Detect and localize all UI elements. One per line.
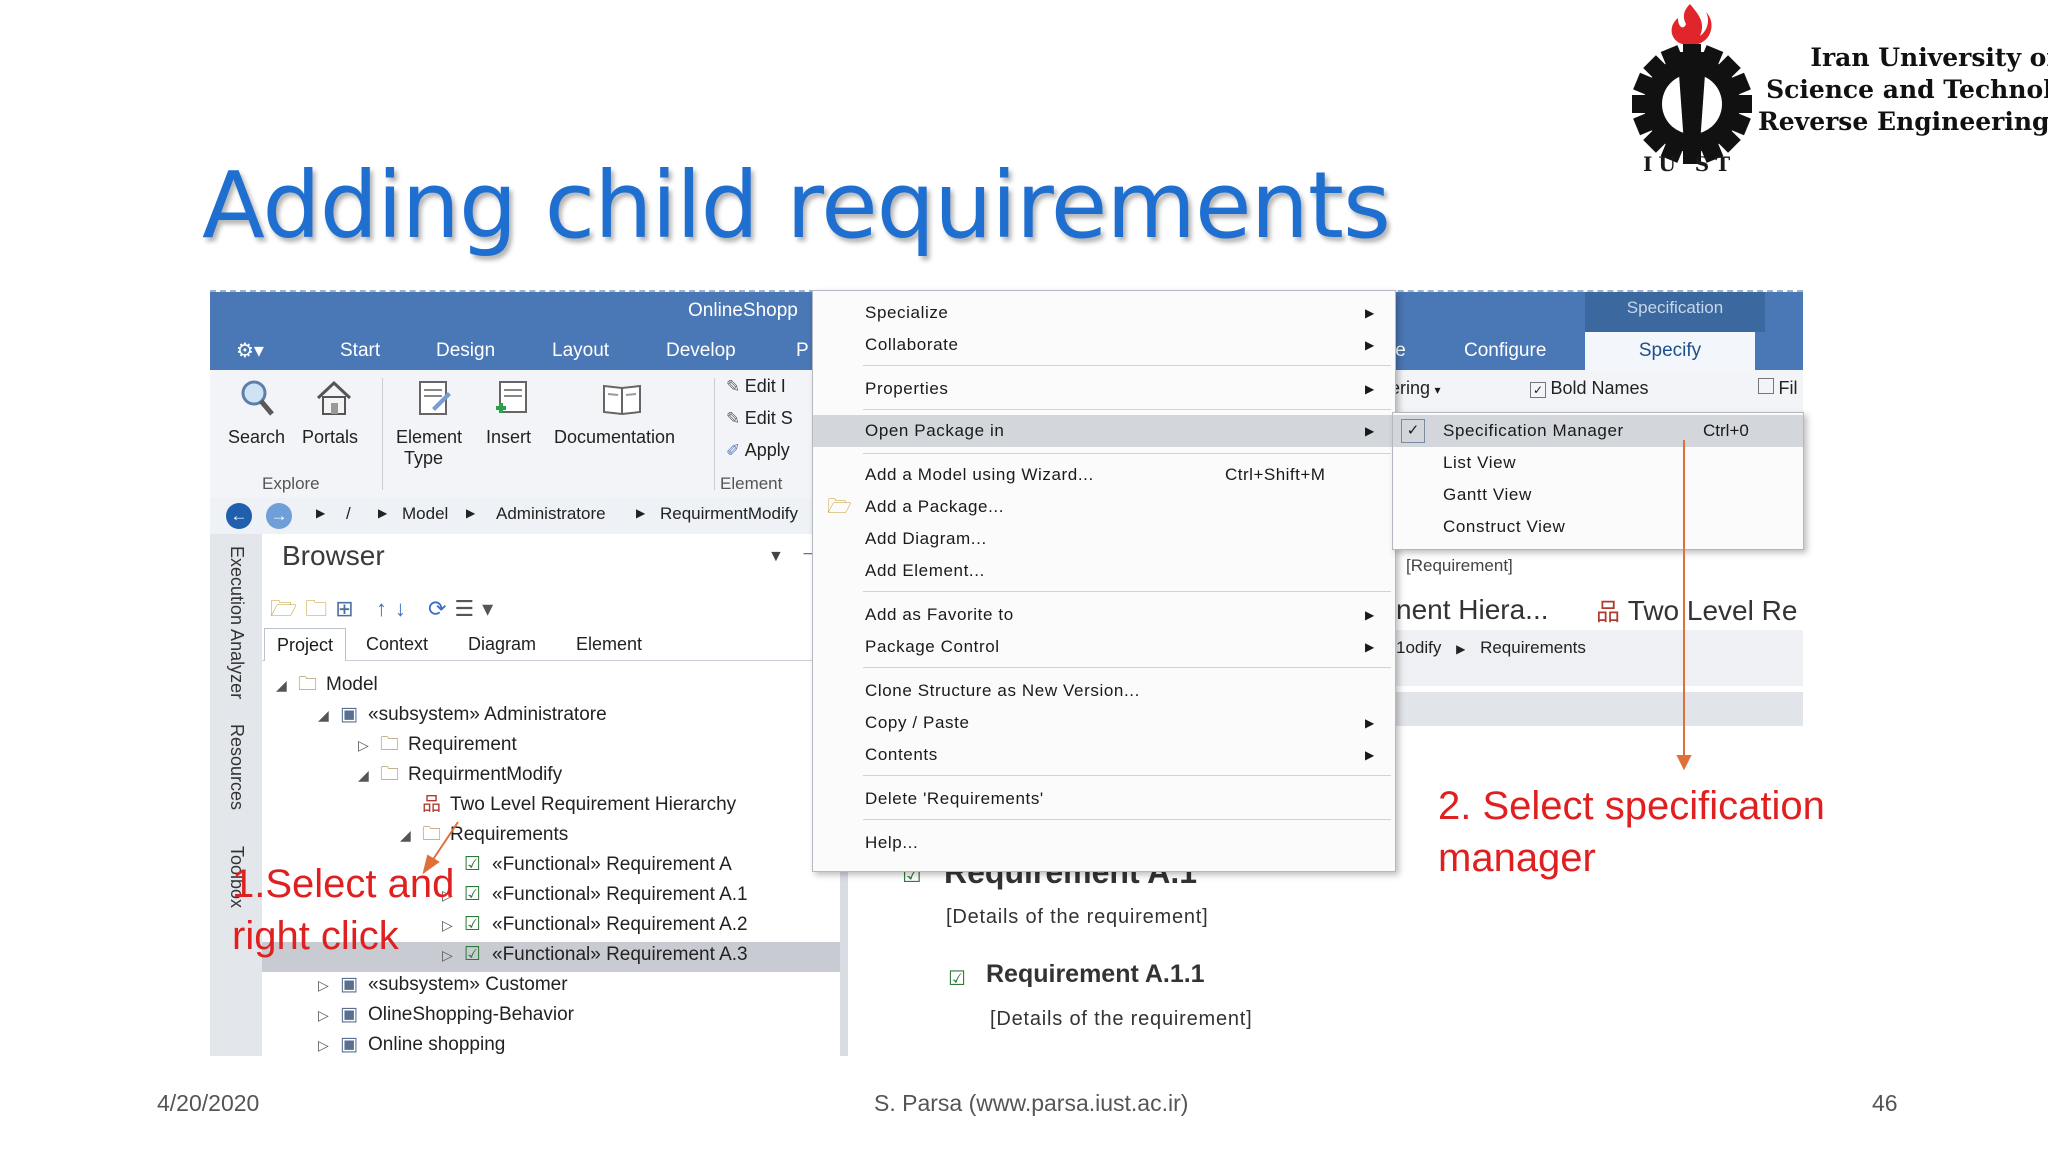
arrow-head-2 bbox=[1676, 755, 1692, 771]
arrow-to-requirements bbox=[429, 821, 459, 865]
annotation-arrows bbox=[422, 440, 1692, 875]
arrow-head-1 bbox=[422, 854, 440, 875]
